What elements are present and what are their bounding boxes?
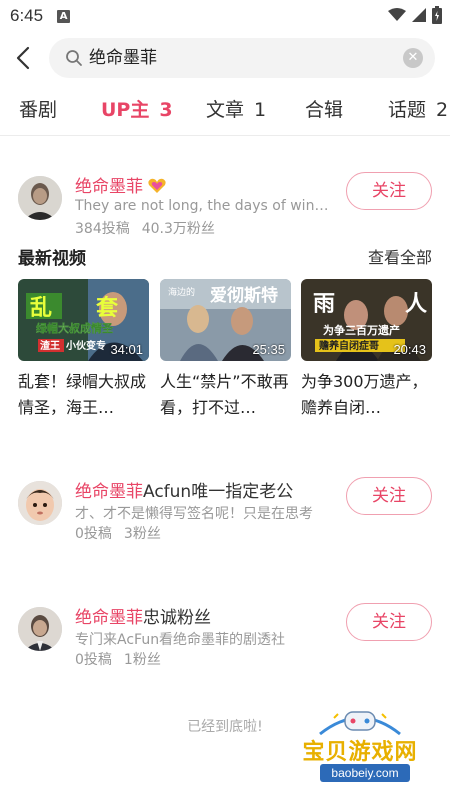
- fan-count: 40.3万粉丝: [141, 221, 215, 237]
- clear-icon[interactable]: ✕: [403, 48, 423, 68]
- svg-text:爱彻斯特: 爱彻斯特: [210, 285, 278, 306]
- fan-count: 1粉丝: [123, 652, 161, 668]
- video-duration: 20:43: [393, 342, 426, 357]
- search-box[interactable]: 绝命墨菲 ✕: [49, 38, 435, 78]
- follow-button[interactable]: 关注: [346, 477, 432, 515]
- tab-label: 合辑: [305, 99, 344, 121]
- signal-icon: [412, 8, 426, 22]
- svg-text:为争三百万遗产: 为争三百万遗产: [323, 323, 400, 337]
- user-stats: 0投稿 3粉丝: [75, 523, 161, 543]
- vip-heart-icon: [148, 178, 166, 193]
- watermark-logo: 宝贝游戏网 baobeiy.com: [300, 708, 420, 788]
- video-card[interactable]: 乱 套 绿帽大叔成情圣 渣王 小伙变专 34:01 乱套！绿帽大叔成情圣，海王…: [18, 279, 149, 421]
- search-icon: [66, 50, 82, 66]
- tab-label: UP主: [101, 99, 150, 121]
- video-thumbnail[interactable]: 乱 套 绿帽大叔成情圣 渣王 小伙变专 34:01: [18, 279, 149, 361]
- tab-bangumi[interactable]: 番剧: [19, 90, 57, 130]
- video-duration: 34:01: [110, 342, 143, 357]
- status-icons: [388, 6, 442, 24]
- video-thumbnail[interactable]: 雨 人 为争三百万遗产 赡养自闭症哥 20:43: [301, 279, 432, 361]
- tab-count: 2: [436, 99, 449, 121]
- follow-button[interactable]: 关注: [346, 172, 432, 210]
- video-duration: 25:35: [252, 342, 285, 357]
- tab-articles[interactable]: 文章 1: [206, 90, 266, 130]
- user-card[interactable]: 绝命墨菲Acfun唯一指定老公 才、才不是懒得写签名呢！只是在思考 0投稿 3粉丝…: [0, 477, 450, 557]
- search-row: 绝命墨菲 ✕: [0, 38, 450, 78]
- watermark-url: baobeiy.com: [320, 764, 410, 782]
- video-card[interactable]: 雨 人 为争三百万遗产 赡养自闭症哥 20:43 为争300万遗产，赡养自闭…: [301, 279, 432, 421]
- battery-icon: [432, 6, 442, 24]
- tab-collections[interactable]: 合辑: [305, 90, 343, 130]
- video-title[interactable]: 人生“禁片”不敢再看，打不过…: [160, 369, 291, 421]
- avatar[interactable]: [18, 607, 62, 651]
- name-highlight: 绝命墨菲: [75, 482, 143, 502]
- svg-text:小伙变专: 小伙变专: [65, 339, 106, 352]
- svg-text:海边的: 海边的: [168, 286, 195, 298]
- video-title[interactable]: 乱套！绿帽大叔成情圣，海王…: [18, 369, 149, 421]
- watermark-brand: 宝贝游戏网: [302, 740, 418, 765]
- user-card[interactable]: 绝命墨菲 They are not long, the days of wine…: [0, 172, 450, 252]
- video-card[interactable]: 海边的 爱彻斯特 25:35 人生“禁片”不敢再看，打不过…: [160, 279, 291, 421]
- fan-count: 3粉丝: [123, 526, 161, 542]
- svg-text:人: 人: [405, 292, 427, 317]
- tab-up[interactable]: UP主 3: [101, 90, 173, 130]
- user-signature: They are not long, the days of wine and …: [75, 198, 337, 214]
- name-highlight: 绝命墨菲: [75, 177, 143, 197]
- post-count: 0投稿: [75, 526, 112, 542]
- svg-text:套: 套: [96, 295, 118, 321]
- user-stats: 0投稿 1粉丝: [75, 649, 161, 669]
- svg-text:乱: 乱: [30, 296, 52, 321]
- user-name[interactable]: 绝命墨菲Acfun唯一指定老公: [75, 477, 293, 502]
- tab-divider: [0, 135, 450, 136]
- avatar[interactable]: [18, 176, 62, 220]
- search-input[interactable]: 绝命墨菲: [89, 38, 389, 78]
- tab-topics[interactable]: 话题 2: [388, 90, 448, 130]
- latest-videos-header: 最新视频 查看全部: [18, 244, 432, 269]
- video-thumbnail[interactable]: 海边的 爱彻斯特 25:35: [160, 279, 291, 361]
- result-tabs: 番剧 UP主 3 文章 1 合辑 话题 2: [0, 90, 450, 130]
- tab-label: 话题: [388, 99, 427, 121]
- post-count: 384投稿: [75, 221, 130, 237]
- tab-label: 番剧: [19, 99, 58, 121]
- name-rest: Acfun唯一指定老公: [143, 482, 294, 502]
- see-all-link[interactable]: 查看全部: [368, 244, 432, 268]
- user-signature: 专门来AcFun看绝命墨菲的剧透社: [75, 632, 286, 648]
- notification-a-icon: A: [57, 9, 71, 23]
- svg-text:雨: 雨: [313, 292, 335, 317]
- svg-text:绿帽大叔成情圣: 绿帽大叔成情圣: [36, 321, 114, 335]
- section-title: 最新视频: [18, 249, 86, 269]
- svg-text:赡养自闭症哥: 赡养自闭症哥: [318, 339, 379, 352]
- tab-count: 1: [254, 99, 267, 121]
- user-name[interactable]: 绝命墨菲: [75, 172, 167, 197]
- status-time: 6:45: [10, 6, 44, 25]
- name-rest: 忠诚粉丝: [143, 608, 211, 628]
- name-highlight: 绝命墨菲: [75, 608, 143, 628]
- tab-count: 3: [159, 99, 173, 121]
- tab-label: 文章: [206, 99, 245, 121]
- avatar[interactable]: [18, 481, 62, 525]
- user-signature: 才、才不是懒得写签名呢！只是在思考: [75, 506, 313, 522]
- status-bar: 6:45 A: [0, 0, 450, 32]
- post-count: 0投稿: [75, 652, 112, 668]
- user-card[interactable]: 绝命墨菲忠诚粉丝 专门来AcFun看绝命墨菲的剧透社 0投稿 1粉丝 关注: [0, 603, 450, 683]
- svg-text:渣王: 渣王: [40, 339, 60, 352]
- user-stats: 384投稿 40.3万粉丝: [75, 218, 215, 238]
- user-name[interactable]: 绝命墨菲忠诚粉丝: [75, 603, 211, 628]
- video-title[interactable]: 为争300万遗产，赡养自闭…: [301, 369, 432, 421]
- follow-button[interactable]: 关注: [346, 603, 432, 641]
- back-arrow-icon[interactable]: [12, 44, 36, 72]
- wifi-icon: [388, 8, 406, 21]
